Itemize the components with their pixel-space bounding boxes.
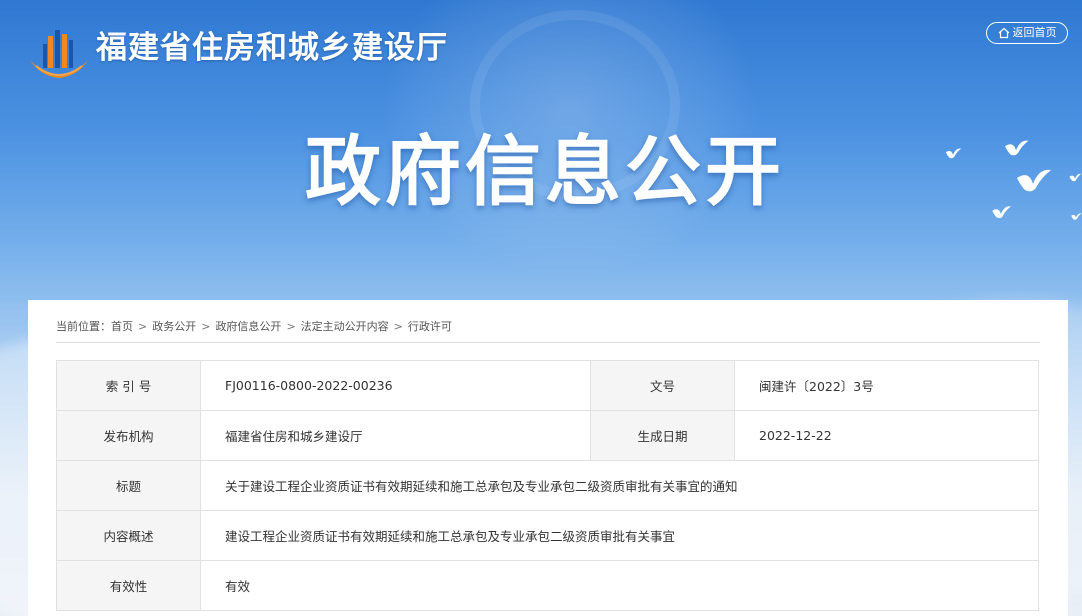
banner-title: 政府信息公开 — [305, 127, 785, 216]
docno-label: 文号 — [590, 360, 735, 411]
date-value: 2022-12-22 — [734, 410, 1039, 461]
breadcrumb-item-affairs[interactable]: 政务公开 — [152, 320, 196, 334]
bureau-logo-icon — [30, 30, 88, 78]
breadcrumb-prefix: 当前位置： — [56, 320, 111, 333]
breadcrumb-separator: > — [393, 320, 403, 333]
breadcrumb-item-home[interactable]: 首页 — [111, 320, 133, 334]
breadcrumb-separator: > — [286, 320, 296, 333]
index-value: FJ00116-0800-2022-00236 — [200, 360, 591, 411]
date-label: 生成日期 — [590, 410, 735, 461]
index-label: 索 引 号 — [56, 360, 201, 411]
breadcrumb-item-statutory[interactable]: 法定主动公开内容 — [301, 320, 389, 334]
table-row: 标题 关于建设工程企业资质证书有效期延续和施工总承包及专业承包二级资质审批有关事… — [56, 460, 1039, 511]
breadcrumb-item-permit[interactable]: 行政许可 — [408, 320, 452, 334]
info-table: 索 引 号 FJ00116-0800-2022-00236 文号 闽建许〔202… — [56, 360, 1039, 611]
validity-label: 有效性 — [56, 560, 201, 611]
breadcrumb-item-disclosure[interactable]: 政府信息公开 — [215, 320, 281, 334]
dove-icon — [1069, 173, 1082, 182]
docno-value: 闽建许〔2022〕3号 — [734, 360, 1039, 411]
home-button-label: 返回首页 — [1012, 26, 1057, 39]
table-row: 内容概述 建设工程企业资质证书有效期延续和施工总承包及专业承包二级资质审批有关事… — [56, 510, 1039, 561]
dove-icon — [1071, 213, 1082, 220]
table-row: 索 引 号 FJ00116-0800-2022-00236 文号 闽建许〔202… — [56, 360, 1039, 411]
breadcrumb-separator: > — [138, 320, 148, 333]
home-icon — [998, 27, 1009, 39]
content-panel: 当前位置： 首页 > 政务公开 > 政府信息公开 > 法定主动公开内容 > 行政… — [28, 300, 1068, 616]
dove-icon — [945, 148, 962, 159]
publisher-value: 福建省住房和城乡建设厅 — [200, 410, 591, 461]
dove-icon — [992, 206, 1011, 219]
validity-value: 有效 — [200, 560, 1039, 611]
home-button[interactable]: 返回首页 — [986, 22, 1068, 44]
dove-icon — [1017, 169, 1051, 192]
breadcrumb-separator: > — [201, 320, 211, 333]
dove-icon — [1005, 140, 1029, 156]
title-value: 关于建设工程企业资质证书有效期延续和施工总承包及专业承包二级资质审批有关事宜的通… — [200, 460, 1039, 511]
table-row: 有效性 有效 — [56, 560, 1039, 611]
breadcrumb-divider — [56, 342, 1040, 343]
site-title: 福建省住房和城乡建设厅 — [96, 30, 448, 66]
summary-label: 内容概述 — [56, 510, 201, 561]
breadcrumb: 当前位置： 首页 > 政务公开 > 政府信息公开 > 法定主动公开内容 > 行政… — [56, 320, 452, 334]
table-row: 发布机构 福建省住房和城乡建设厅 生成日期 2022-12-22 — [56, 410, 1039, 461]
publisher-label: 发布机构 — [56, 410, 201, 461]
title-label: 标题 — [56, 460, 201, 511]
summary-value: 建设工程企业资质证书有效期延续和施工总承包及专业承包二级资质审批有关事宜 — [200, 510, 1039, 561]
